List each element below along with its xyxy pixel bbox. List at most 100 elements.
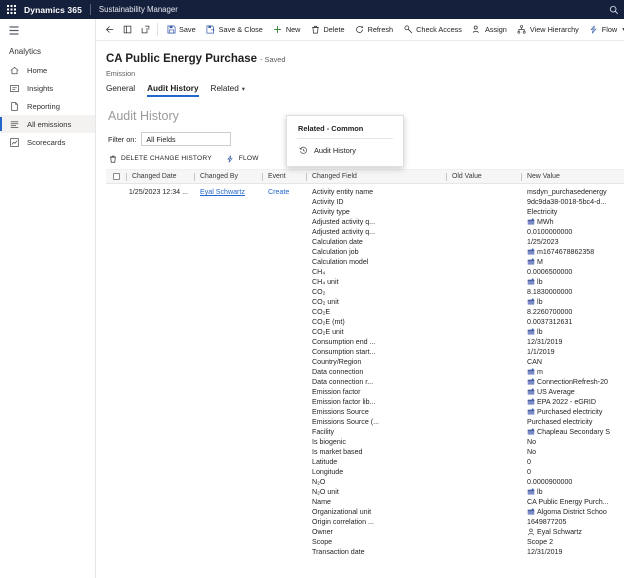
cell-changed-by-link[interactable]: Eyal Schwartz	[200, 188, 245, 196]
top-brand-bar: Dynamics 365 Sustainability Manager	[0, 0, 624, 19]
filter-on-select[interactable]: All Fields	[141, 132, 232, 146]
cell-event[interactable]: Create	[268, 188, 289, 196]
new-value-cell: lb	[527, 297, 624, 307]
new-button[interactable]: New	[268, 19, 306, 40]
old-value-cell	[452, 327, 521, 337]
sidebar-empty-space	[0, 151, 95, 578]
old-value-cell	[452, 267, 521, 277]
sidebar-item-scorecards[interactable]: Scorecards	[0, 133, 95, 151]
changed-field-name: Data connection	[312, 368, 364, 376]
sidebar-item-label: Scorecards	[27, 137, 66, 147]
save-button[interactable]: Save	[161, 19, 201, 40]
changed-field-name: Origin correlation ...	[312, 518, 374, 526]
flow-icon	[226, 154, 235, 163]
table-row[interactable]: 1/25/2023 12:34 ... Eyal Schwartz Create…	[106, 184, 624, 578]
audit-history-grid: Changed Date Changed By Event Changed Fi…	[106, 169, 624, 578]
sidebar-item-label: All emissions	[27, 119, 72, 129]
new-value-cell: Eyal Schwartz	[527, 527, 624, 537]
tab-audit-history[interactable]: Audit History	[147, 84, 199, 97]
column-header-changed-date[interactable]: Changed Date	[126, 170, 194, 184]
changed-field-name: CO₂E (mt)	[312, 318, 345, 326]
entity-record-icon	[527, 368, 535, 376]
delete-change-history-button[interactable]: DELETE CHANGE HISTORY	[108, 154, 212, 163]
new-value-cell: 0.0000900000	[527, 478, 573, 486]
changed-field-name: Emission factor lib...	[312, 398, 376, 406]
check-access-button[interactable]: Check Access	[398, 19, 467, 40]
flyout-item-audit-history[interactable]: Audit History	[287, 139, 403, 155]
new-value-cell: Purchased electricity	[527, 407, 624, 417]
app-name-label[interactable]: Sustainability Manager	[99, 5, 178, 14]
column-label: Old Value	[452, 173, 482, 180]
old-value-cell	[452, 497, 521, 507]
changed-field-name: Adjusted activity q...	[312, 218, 376, 226]
old-value-cell	[452, 297, 521, 307]
old-value-cell	[452, 377, 521, 387]
changed-field-name: Organizational unit	[312, 508, 372, 516]
column-label: Changed Date	[132, 173, 177, 180]
old-value-cell	[452, 417, 521, 427]
changed-field-name: Is biogenic	[312, 438, 346, 446]
old-value-cell	[452, 427, 521, 437]
sidebar-item-insights[interactable]: Insights	[0, 79, 95, 97]
changed-field-name: CO₂	[312, 288, 326, 296]
column-header-event[interactable]: Event	[262, 170, 306, 184]
brand-divider	[89, 4, 91, 15]
pop-out-button[interactable]	[136, 19, 154, 40]
left-navigation-sidebar: Analytics Home Insights Reporting All em…	[0, 19, 96, 578]
new-value-cell: m1674678862358	[527, 247, 624, 257]
command-label: Flow	[601, 25, 618, 34]
old-value-cell	[452, 307, 521, 317]
select-all-checkbox[interactable]	[106, 170, 126, 184]
new-value-cell: US Average	[527, 387, 624, 397]
entity-record-icon	[527, 218, 535, 226]
new-value-cell: 0.0100000000	[527, 228, 573, 236]
form-tab-bar: General Audit History Related ▾	[96, 78, 624, 97]
refresh-button[interactable]: Refresh	[350, 19, 399, 40]
tab-related[interactable]: Related ▾	[211, 84, 246, 97]
sidebar-item-home[interactable]: Home	[0, 61, 95, 79]
command-bar: Save Save & Close New Delete Refresh Che…	[96, 19, 624, 41]
save-and-close-button[interactable]: Save & Close	[201, 19, 268, 40]
column-header-changed-field[interactable]: Changed Field	[306, 170, 446, 184]
app-body: Analytics Home Insights Reporting All em…	[0, 19, 624, 578]
delete-button[interactable]: Delete	[305, 19, 349, 40]
flow-button[interactable]: Flow ▾	[584, 19, 624, 40]
new-value-cell: M	[527, 257, 624, 267]
sidebar-item-reporting[interactable]: Reporting	[0, 97, 95, 115]
changed-field-name: Country/Region	[312, 358, 362, 366]
column-header-changed-by[interactable]: Changed By	[194, 170, 262, 184]
column-header-new-value[interactable]: New Value	[521, 170, 624, 184]
old-value-cell	[452, 347, 521, 357]
column-header-old-value[interactable]: Old Value	[446, 170, 521, 184]
search-icon[interactable]	[606, 5, 622, 15]
command-label: View Hierarchy	[529, 25, 579, 34]
side-panel-button[interactable]	[118, 19, 136, 40]
sidebar-section-title: Analytics	[9, 47, 42, 56]
hamburger-menu-icon[interactable]	[0, 19, 95, 41]
action-label: FLOW	[238, 155, 259, 162]
old-value-cell	[452, 287, 521, 297]
old-value-cell	[452, 467, 521, 477]
view-hierarchy-button[interactable]: View Hierarchy	[512, 19, 584, 40]
old-value-cell	[452, 217, 521, 227]
flow-action-button[interactable]: FLOW	[226, 154, 259, 163]
flyout-group-header: Related - Common	[298, 124, 364, 133]
entity-record-icon	[527, 328, 535, 336]
tab-label: General	[106, 84, 136, 93]
new-value-cell: Chapleau Secondary S	[527, 427, 624, 437]
new-value-cell: 9dc9da38-0018-5bc4-d...	[527, 198, 607, 206]
waffle-grid-icon[interactable]	[0, 5, 22, 14]
cell-changed-date: 1/25/2023 12:34 ...	[128, 188, 188, 196]
back-button[interactable]	[100, 19, 118, 40]
changed-field-name: CH₄ unit	[312, 278, 339, 286]
brand-name[interactable]: Dynamics 365	[22, 5, 82, 15]
old-value-cell	[452, 447, 521, 457]
entity-record-icon	[527, 408, 535, 416]
assign-button[interactable]: Assign	[467, 19, 512, 40]
sidebar-item-all-emissions[interactable]: All emissions	[0, 115, 95, 133]
flow-icon	[589, 25, 599, 35]
entity-record-icon	[527, 388, 535, 396]
command-label: Refresh	[367, 25, 394, 34]
tab-general[interactable]: General	[106, 84, 135, 97]
command-label: New	[285, 25, 301, 34]
